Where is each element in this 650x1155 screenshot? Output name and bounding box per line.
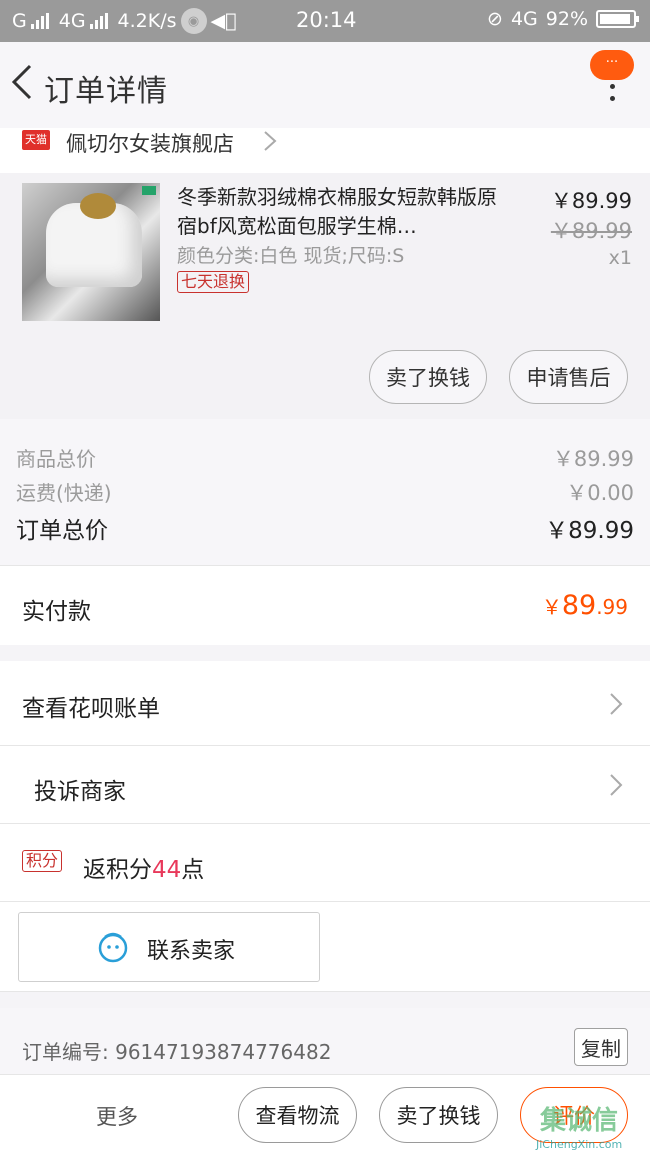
battery-percent: 92% <box>545 8 588 30</box>
store-name: 佩切尔女装旗舰店 <box>66 132 234 156</box>
tmall-badge: 天猫 <box>22 130 50 150</box>
battery-icon <box>596 10 639 28</box>
paid-decimal: .99 <box>596 595 628 619</box>
points-text: 返积分44点 <box>83 850 204 884</box>
nav-header: 订单详情 ··· <box>0 42 650 128</box>
shipping-row: 运费(快递) ￥0.00 <box>16 477 634 507</box>
contact-seller-label: 联系卖家 <box>147 939 236 964</box>
order-total-label: 订单总价 <box>16 518 108 544</box>
chevron-right-icon <box>610 774 623 796</box>
original-price: ￥89.99 <box>550 219 632 243</box>
back-arrow-icon[interactable] <box>8 62 38 102</box>
menu-dot <box>610 84 615 89</box>
product-title: 冬季新款羽绒棉衣棉服女短款韩版原宿bf风宽松面包服学生棉… <box>177 185 497 238</box>
product-sku: 颜色分类:白色 现货;尺码:S <box>177 245 405 267</box>
points-suffix: 点 <box>181 857 205 883</box>
carrier-label: G <box>12 10 27 32</box>
shipping-label: 运费(快递) <box>16 481 112 505</box>
fur-collar-shape <box>80 193 116 219</box>
return-policy-tag: 七天退换 <box>177 271 250 293</box>
message-badge: ··· <box>590 50 634 80</box>
sell-for-cash-button[interactable]: 卖了换钱 <box>379 1087 498 1143</box>
signal-icon-2 <box>89 13 108 29</box>
network-label: 4G <box>58 10 86 32</box>
order-total-row: 订单总价 ￥89.99 <box>16 511 634 545</box>
order-total-value: ￥89.99 <box>545 518 634 544</box>
network-speed: 4.2K/s <box>117 10 177 32</box>
watermark-text: 集诚信 <box>540 1106 619 1136</box>
paid-amount: ￥89.99 <box>542 590 628 621</box>
contact-seller-button[interactable]: 联系卖家 <box>18 912 320 982</box>
order-number: 订单编号: 96147193874776482 <box>22 1036 331 1065</box>
order-number-value: 96147193874776482 <box>115 1040 332 1064</box>
network-label-2: 4G <box>510 8 538 30</box>
menu-dot <box>610 96 615 101</box>
sell-button[interactable]: 卖了换钱 <box>369 350 487 404</box>
page-title: 订单详情 <box>44 74 168 109</box>
goods-total-row: 商品总价 ￥89.99 <box>16 443 634 473</box>
order-item[interactable]: 冬季新款羽绒棉衣棉服女短款韩版原宿bf风宽松面包服学生棉… 颜色分类:白色 现货… <box>0 173 650 419</box>
complain-row[interactable]: 投诉商家 <box>0 746 650 824</box>
clock: 20:14 <box>296 8 357 32</box>
paid-currency: ￥ <box>541 595 562 619</box>
order-number-row: 订单编号: 96147193874776482 复制 <box>0 1008 650 1078</box>
more-menu-button[interactable]: ··· <box>590 50 634 106</box>
points-prefix: 返积分 <box>83 857 152 883</box>
points-row: 积分 返积分44点 <box>0 824 650 902</box>
goods-total-label: 商品总价 <box>16 447 96 471</box>
points-value: 44 <box>152 857 182 883</box>
product-image[interactable] <box>22 183 160 321</box>
product-price: ￥89.99 <box>550 189 632 213</box>
copy-button[interactable]: 复制 <box>574 1028 628 1066</box>
watermark-url: JiChengXin.com <box>536 1138 623 1151</box>
huabei-bill-label: 查看花呗账单 <box>22 696 160 722</box>
vibrate-icon: ◀ﾞ <box>210 10 237 32</box>
huabei-bill-row[interactable]: 查看花呗账单 <box>0 661 650 746</box>
status-bar: G 4G 4.2K/s ◉ ◀ﾞ 20:14 ⊘ 4G 92% <box>0 0 650 42</box>
points-badge: 积分 <box>22 850 63 872</box>
goods-total-value: ￥89.99 <box>552 447 634 471</box>
store-row[interactable]: 天猫 佩切尔女装旗舰店 <box>0 128 650 173</box>
price-summary: 商品总价 ￥89.99 运费(快递) ￥0.00 订单总价 ￥89.99 <box>0 419 650 565</box>
paid-integer: 89 <box>561 590 597 621</box>
view-logistics-button[interactable]: 查看物流 <box>238 1087 357 1143</box>
order-number-label: 订单编号: <box>22 1040 116 1064</box>
chat-face-icon <box>98 932 128 963</box>
paid-amount-row: 实付款 ￥89.99 <box>0 565 650 645</box>
image-tag-icon <box>142 186 156 195</box>
watermark-logo: 集诚信 JiChengXin.com <box>532 1100 650 1155</box>
aftersale-button[interactable]: 申请售后 <box>509 350 628 404</box>
sound-icon: ◉ <box>180 8 207 34</box>
chevron-right-icon <box>264 131 277 151</box>
quantity: x1 <box>608 247 632 269</box>
paid-label: 实付款 <box>22 599 91 625</box>
signal-icon <box>30 13 49 29</box>
chevron-right-icon <box>610 693 623 715</box>
alarm-off-icon: ⊘ <box>487 8 503 30</box>
shipping-value: ￥0.00 <box>566 481 634 505</box>
complain-label: 投诉商家 <box>34 779 126 805</box>
more-button[interactable]: 更多 <box>96 1101 138 1131</box>
